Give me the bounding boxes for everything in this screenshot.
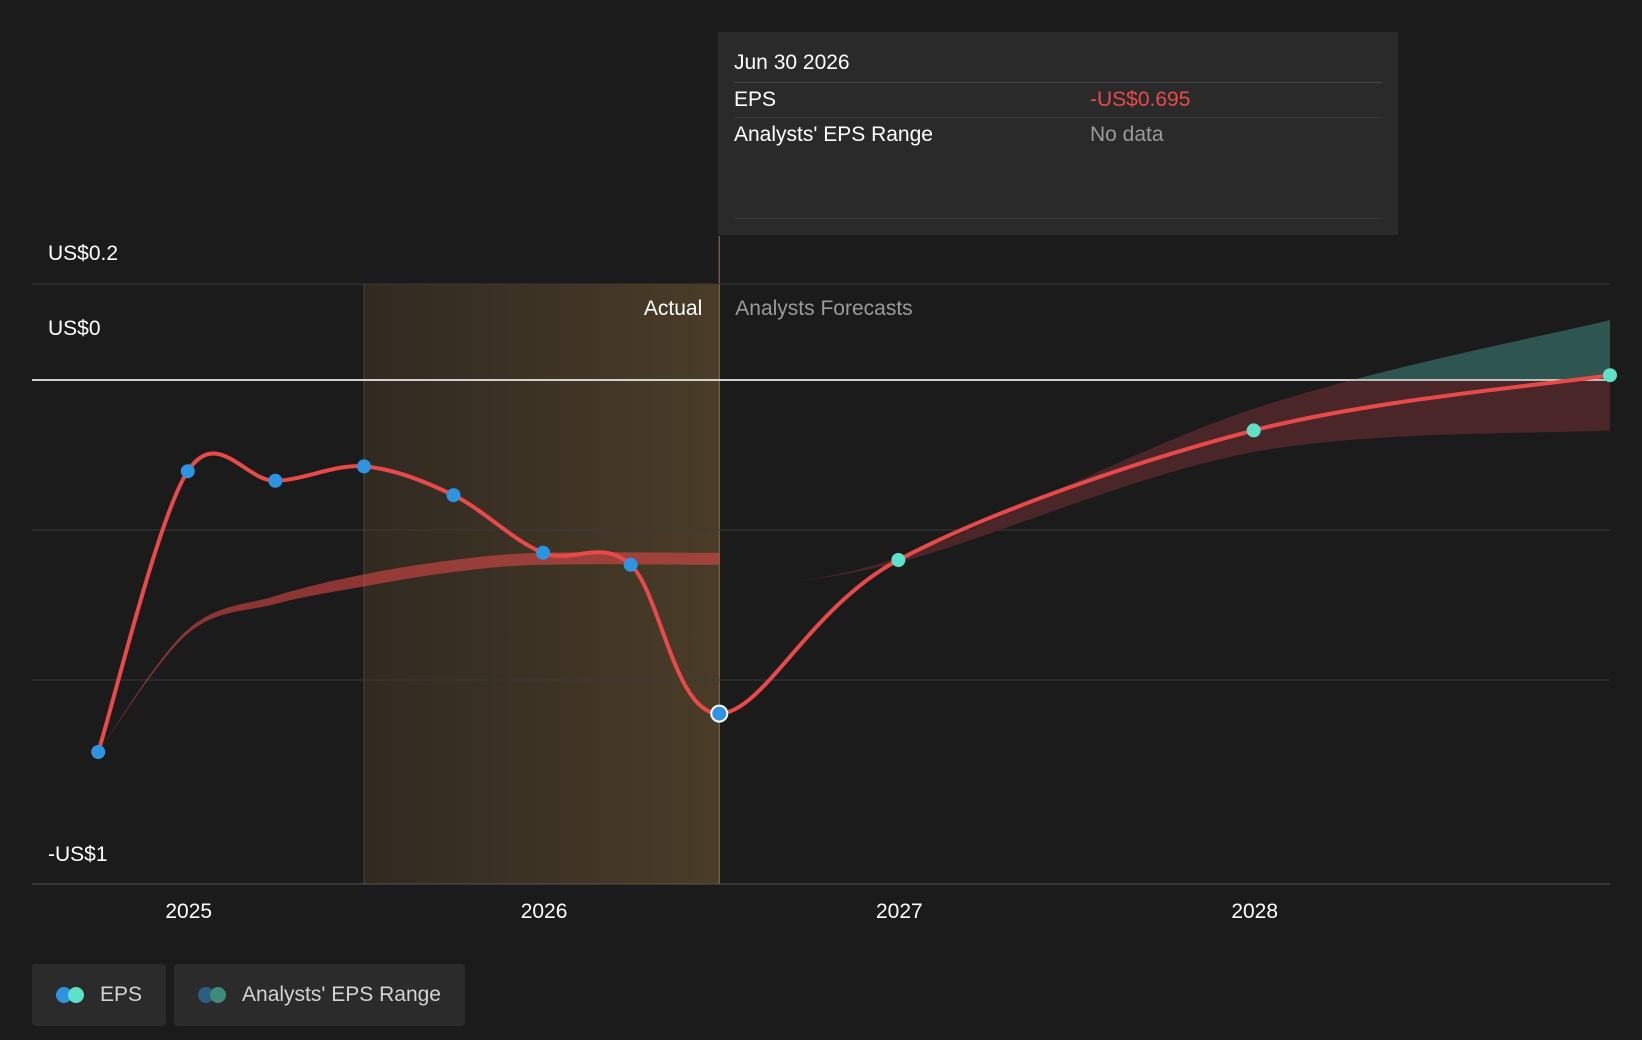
eps-point-actual	[356, 459, 371, 474]
tooltip-eps-label: EPS	[734, 88, 777, 111]
x-tick-label: 2028	[1231, 900, 1278, 923]
tooltip-divider	[734, 218, 1382, 219]
eps-point-forecast	[1603, 368, 1617, 383]
tooltip-row-eps: EPS -US$0.695	[734, 83, 1382, 118]
eps-point-actual	[91, 745, 106, 759]
tooltip-row-range: Analysts' EPS Range No data	[734, 118, 1382, 152]
tooltip-date: Jun 30 2026	[734, 48, 1382, 83]
eps-point-forecast	[1246, 423, 1261, 438]
eps-point-actual	[623, 557, 638, 572]
y-tick-label: US$0	[48, 317, 101, 340]
eps-point-forecast	[891, 553, 906, 567]
eps-point-actual	[536, 545, 551, 560]
legend-label-analysts-range: Analysts' EPS Range	[242, 983, 441, 1006]
eps-point-actual	[446, 488, 461, 503]
legend-item-eps[interactable]: EPS	[32, 964, 167, 1026]
legend-item-analysts-range[interactable]: Analysts' EPS Range	[174, 964, 465, 1026]
y-tick-label: US$0.2	[48, 242, 118, 265]
legend: EPS Analysts' EPS Range	[32, 964, 465, 1026]
legend-label-eps: EPS	[100, 983, 143, 1006]
tooltip-eps-value: -US$0.695	[1090, 88, 1191, 111]
forecast-label: Analysts Forecasts	[735, 297, 912, 320]
x-tick-label: 2025	[165, 900, 212, 923]
eps-point-selected	[710, 704, 729, 723]
range-legend-icon	[198, 986, 230, 1004]
tooltip: Jun 30 2026 EPS -US$0.695 Analysts' EPS …	[718, 32, 1398, 235]
x-tick-label: 2026	[521, 900, 568, 923]
tooltip-range-label: Analysts' EPS Range	[734, 123, 933, 146]
tooltip-range-value: No data	[1090, 123, 1164, 146]
actual-label: Actual	[644, 297, 702, 320]
eps-legend-icon	[56, 986, 88, 1004]
y-tick-label: -US$1	[48, 843, 108, 866]
eps-point-actual	[180, 464, 195, 479]
x-tick-label: 2027	[876, 900, 923, 923]
eps-point-actual	[268, 473, 283, 488]
actual-period-highlight	[363, 284, 720, 884]
